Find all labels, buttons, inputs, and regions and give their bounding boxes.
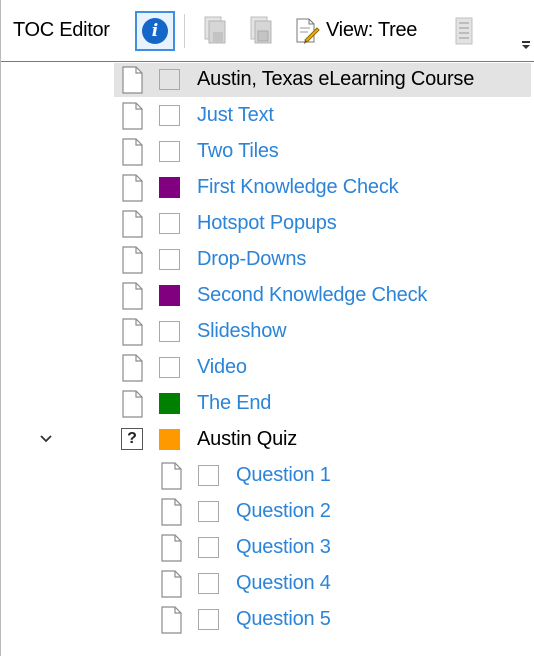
tree-item-label[interactable]: The End <box>197 392 271 415</box>
color-swatch[interactable] <box>159 249 180 270</box>
color-swatch[interactable] <box>198 573 219 594</box>
page-icon <box>161 570 182 598</box>
tree-item-label[interactable]: Slideshow <box>197 320 287 343</box>
tree-row[interactable]: Drop-Downs <box>1 242 534 278</box>
color-swatch[interactable] <box>159 393 180 414</box>
page-icon <box>122 318 143 346</box>
color-swatch[interactable] <box>159 177 180 198</box>
color-swatch[interactable] <box>198 609 219 630</box>
tree-item-label[interactable]: Question 3 <box>236 536 331 559</box>
tree-item-label[interactable]: Second Knowledge Check <box>197 284 427 307</box>
page-icon <box>122 210 143 238</box>
tree-child-row[interactable]: Question 1 <box>1 458 534 494</box>
tree-child-row[interactable]: Question 2 <box>1 494 534 530</box>
color-swatch[interactable] <box>159 213 180 234</box>
color-swatch[interactable] <box>159 357 180 378</box>
tree-row[interactable]: Video <box>1 350 534 386</box>
tree-child-row[interactable]: Question 5 <box>1 602 534 638</box>
add-quiz-icon[interactable] <box>245 14 275 48</box>
page-icon <box>122 282 143 310</box>
page-icon <box>122 174 143 202</box>
color-swatch[interactable] <box>159 321 180 342</box>
tree-item-label[interactable]: Austin Quiz <box>197 428 297 451</box>
tree-item-label[interactable]: Question 5 <box>236 608 331 631</box>
color-swatch[interactable] <box>159 285 180 306</box>
tree-row[interactable]: Just Text <box>1 98 534 134</box>
tree-item-label[interactable]: Question 1 <box>236 464 331 487</box>
page-icon <box>122 66 143 94</box>
toc-editor-panel: TOC Editor i View: Tree Austin, Texas eL… <box>0 0 534 656</box>
info-icon: i <box>142 18 168 44</box>
color-swatch[interactable] <box>198 465 219 486</box>
tree-row[interactable]: First Knowledge Check <box>1 170 534 206</box>
tree-item-label[interactable]: Question 4 <box>236 572 331 595</box>
tree-row[interactable]: Austin, Texas eLearning Course <box>1 62 534 98</box>
color-swatch[interactable] <box>159 141 180 162</box>
color-swatch[interactable] <box>159 69 180 90</box>
toolbar-overflow-icon[interactable] <box>521 40 531 50</box>
view-mode-button[interactable]: View: Tree <box>326 19 417 42</box>
tree-row[interactable]: The End <box>1 386 534 422</box>
page-icon <box>122 138 143 166</box>
tree-item-label[interactable]: Two Tiles <box>197 140 279 163</box>
toc-tree: Austin, Texas eLearning Course Just Text T… <box>1 62 534 656</box>
color-swatch[interactable] <box>198 537 219 558</box>
tree-item-label[interactable]: Question 2 <box>236 500 331 523</box>
page-icon <box>122 354 143 382</box>
toolbar-separator <box>184 14 185 48</box>
info-button[interactable]: i <box>135 11 175 51</box>
tree-row[interactable]: Two Tiles <box>1 134 534 170</box>
page-icon <box>122 246 143 274</box>
chevron-down-icon[interactable] <box>37 430 55 448</box>
add-page-icon[interactable] <box>199 14 229 48</box>
tree-item-label[interactable]: Just Text <box>197 104 274 127</box>
color-swatch[interactable] <box>159 105 180 126</box>
page-icon <box>161 606 182 634</box>
page-icon <box>161 498 182 526</box>
page-icon <box>122 102 143 130</box>
tree-row[interactable]: Second Knowledge Check <box>1 278 534 314</box>
tree-item-label[interactable]: First Knowledge Check <box>197 176 399 199</box>
list-icon[interactable] <box>449 14 479 48</box>
quiz-icon: ? <box>121 428 143 450</box>
color-swatch[interactable] <box>198 501 219 522</box>
tree-item-label[interactable]: Austin, Texas eLearning Course <box>197 68 474 91</box>
tree-item-label[interactable]: Drop-Downs <box>197 248 306 271</box>
panel-title: TOC Editor <box>13 19 110 41</box>
page-icon <box>161 462 182 490</box>
tree-child-row[interactable]: Question 3 <box>1 530 534 566</box>
tree-item-label[interactable]: Hotspot Popups <box>197 212 337 235</box>
tree-child-row[interactable]: Question 4 <box>1 566 534 602</box>
tree-row[interactable]: Hotspot Popups <box>1 206 534 242</box>
tree-quiz-row[interactable]: ? Austin Quiz <box>1 422 534 458</box>
tree-item-label[interactable]: Video <box>197 356 247 379</box>
page-icon <box>122 390 143 418</box>
color-swatch[interactable] <box>159 429 180 450</box>
view-toggle-icon[interactable] <box>291 14 321 48</box>
tree-row[interactable]: Slideshow <box>1 314 534 350</box>
toolbar: TOC Editor i View: Tree <box>1 0 534 62</box>
page-icon <box>161 534 182 562</box>
